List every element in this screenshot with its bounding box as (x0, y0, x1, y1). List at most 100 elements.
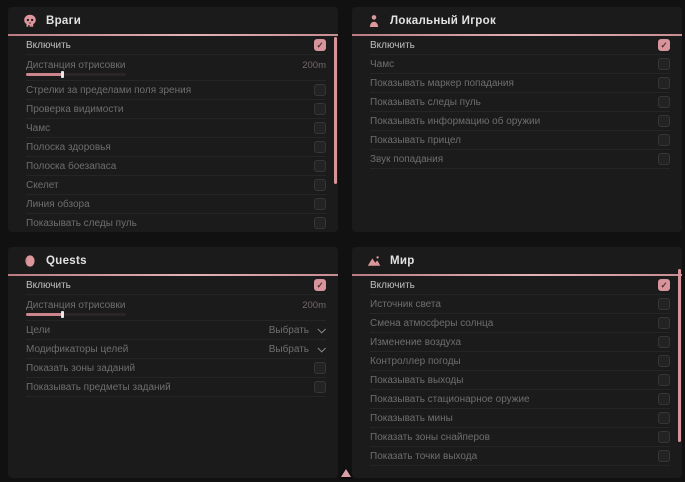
slider-track[interactable] (26, 313, 126, 316)
settings-row: Показывать информацию об оружии (370, 112, 670, 131)
checkbox[interactable] (658, 393, 670, 405)
setting-label: Показывать следы пуль (26, 218, 137, 229)
checkbox[interactable] (314, 84, 326, 96)
settings-row: Показывать мины (370, 409, 670, 428)
setting-label: Контроллер погоды (370, 356, 461, 367)
settings-row: Показать точки выхода (370, 447, 670, 466)
checkbox[interactable] (658, 374, 670, 386)
settings-row: Показать зоны снайперов (370, 428, 670, 447)
settings-row: Показывать прицел (370, 131, 670, 150)
checkbox[interactable] (658, 355, 670, 367)
settings-list: Включить✓Чамс Показывать маркер попадания… (352, 36, 682, 232)
settings-row: Смена атмосферы солнца (370, 314, 670, 333)
settings-row: Показывать следы пуль (26, 214, 326, 232)
checkbox[interactable] (658, 58, 670, 70)
slider-track[interactable] (26, 73, 126, 76)
scrollbar-thumb[interactable] (334, 37, 337, 184)
checkbox[interactable] (314, 141, 326, 153)
checkbox[interactable] (658, 298, 670, 310)
settings-row: Контроллер погоды (370, 352, 670, 371)
settings-row: Модификаторы целейВыбрать (26, 340, 326, 359)
slider-fill (26, 73, 63, 76)
panel-world: Мир Включить✓Источник светаСмена атмосфе… (352, 247, 682, 478)
setting-label: Показывать маркер попадания (370, 78, 514, 89)
scrollbar-thumb[interactable] (678, 269, 681, 442)
setting-label: Чамс (26, 123, 50, 134)
setting-label: Включить (26, 280, 71, 291)
select-value: Выбрать (269, 325, 309, 336)
checkbox[interactable] (314, 217, 326, 229)
skull-icon (22, 13, 37, 28)
panel-header: Враги (8, 7, 338, 34)
settings-row: Показывать следы пуль (370, 93, 670, 112)
checkbox[interactable] (658, 317, 670, 329)
select-value: Выбрать (269, 344, 309, 355)
panel-local-player: Локальный Игрок Включить✓Чамс Показывать … (352, 7, 682, 232)
setting-label: Показать зоны снайперов (370, 432, 490, 443)
setting-label: Дистанция отрисовки (26, 60, 125, 71)
checkbox[interactable] (314, 160, 326, 172)
settings-row: Стрелки за пределами поля зрения (26, 81, 326, 100)
panel-header: Quests (8, 247, 338, 274)
mountain-icon (366, 253, 381, 268)
setting-label: Смена атмосферы солнца (370, 318, 493, 329)
settings-row: Чамс (370, 55, 670, 74)
checkbox[interactable]: ✓ (314, 39, 326, 51)
checkbox[interactable] (658, 336, 670, 348)
setting-label: Включить (370, 280, 415, 291)
checkbox[interactable] (314, 362, 326, 374)
checkbox[interactable] (314, 381, 326, 393)
settings-row: Звук попадания (370, 150, 670, 169)
settings-row: Скелет (26, 176, 326, 195)
slider-handle[interactable] (61, 311, 64, 318)
setting-label: Полоска боезапаса (26, 161, 116, 172)
setting-label: Скелет (26, 180, 59, 191)
setting-label: Показывать информацию об оружии (370, 116, 540, 127)
settings-row: Включить✓ (370, 36, 670, 55)
settings-row: Чамс (26, 119, 326, 138)
setting-label: Цели (26, 325, 50, 336)
panel-enemies: Враги Включить✓Дистанция отрисовки200mСт… (8, 7, 338, 232)
checkbox[interactable] (658, 77, 670, 89)
checkbox[interactable] (314, 103, 326, 115)
slider-handle[interactable] (61, 71, 64, 78)
settings-row: Показывать маркер попадания (370, 74, 670, 93)
checkbox[interactable]: ✓ (658, 39, 670, 51)
settings-list: Включить✓Дистанция отрисовки200mЦелиВыбр… (8, 276, 338, 478)
settings-list: Включить✓Источник светаСмена атмосферы с… (352, 276, 682, 478)
settings-row: Показывать предметы заданий (26, 378, 326, 397)
checkbox[interactable] (658, 431, 670, 443)
checkbox[interactable]: ✓ (314, 279, 326, 291)
settings-row: Проверка видимости (26, 100, 326, 119)
setting-label: Показывать мины (370, 413, 453, 424)
setting-label: Показывать стационарное оружие (370, 394, 530, 405)
setting-label: Проверка видимости (26, 104, 124, 115)
checkbox[interactable] (658, 115, 670, 127)
setting-label: Показывать следы пуль (370, 97, 481, 108)
checkbox[interactable]: ✓ (658, 279, 670, 291)
setting-label: Показывать прицел (370, 135, 461, 146)
person-icon (366, 13, 381, 28)
setting-label: Стрелки за пределами поля зрения (26, 85, 191, 96)
checkbox[interactable] (658, 450, 670, 462)
settings-row: Цели Выбрать (26, 321, 326, 340)
panel-title: Локальный Игрок (390, 15, 496, 27)
checkbox[interactable] (314, 122, 326, 134)
checkbox[interactable] (658, 134, 670, 146)
setting-label: Показать зоны заданий (26, 363, 135, 374)
settings-list: Включить✓Дистанция отрисовки200mСтрелки … (8, 36, 338, 232)
chevron-down-icon (317, 344, 325, 352)
select-dropdown[interactable]: Выбрать (269, 344, 326, 355)
checkbox[interactable] (658, 96, 670, 108)
slider-label-row: Дистанция отрисовки 200m (26, 60, 326, 71)
panel-title: Мир (390, 255, 415, 267)
panel-quests: Quests Включить✓Дистанция отрисовки200mЦ… (8, 247, 338, 478)
setting-label: Дистанция отрисовки (26, 300, 125, 311)
select-dropdown[interactable]: Выбрать (269, 325, 326, 336)
checkbox[interactable] (314, 198, 326, 210)
settings-row: Полоска боезапаса (26, 157, 326, 176)
checkbox[interactable] (314, 179, 326, 191)
checkbox[interactable] (658, 153, 670, 165)
checkbox[interactable] (658, 412, 670, 424)
slider-value: 200m (302, 60, 326, 71)
